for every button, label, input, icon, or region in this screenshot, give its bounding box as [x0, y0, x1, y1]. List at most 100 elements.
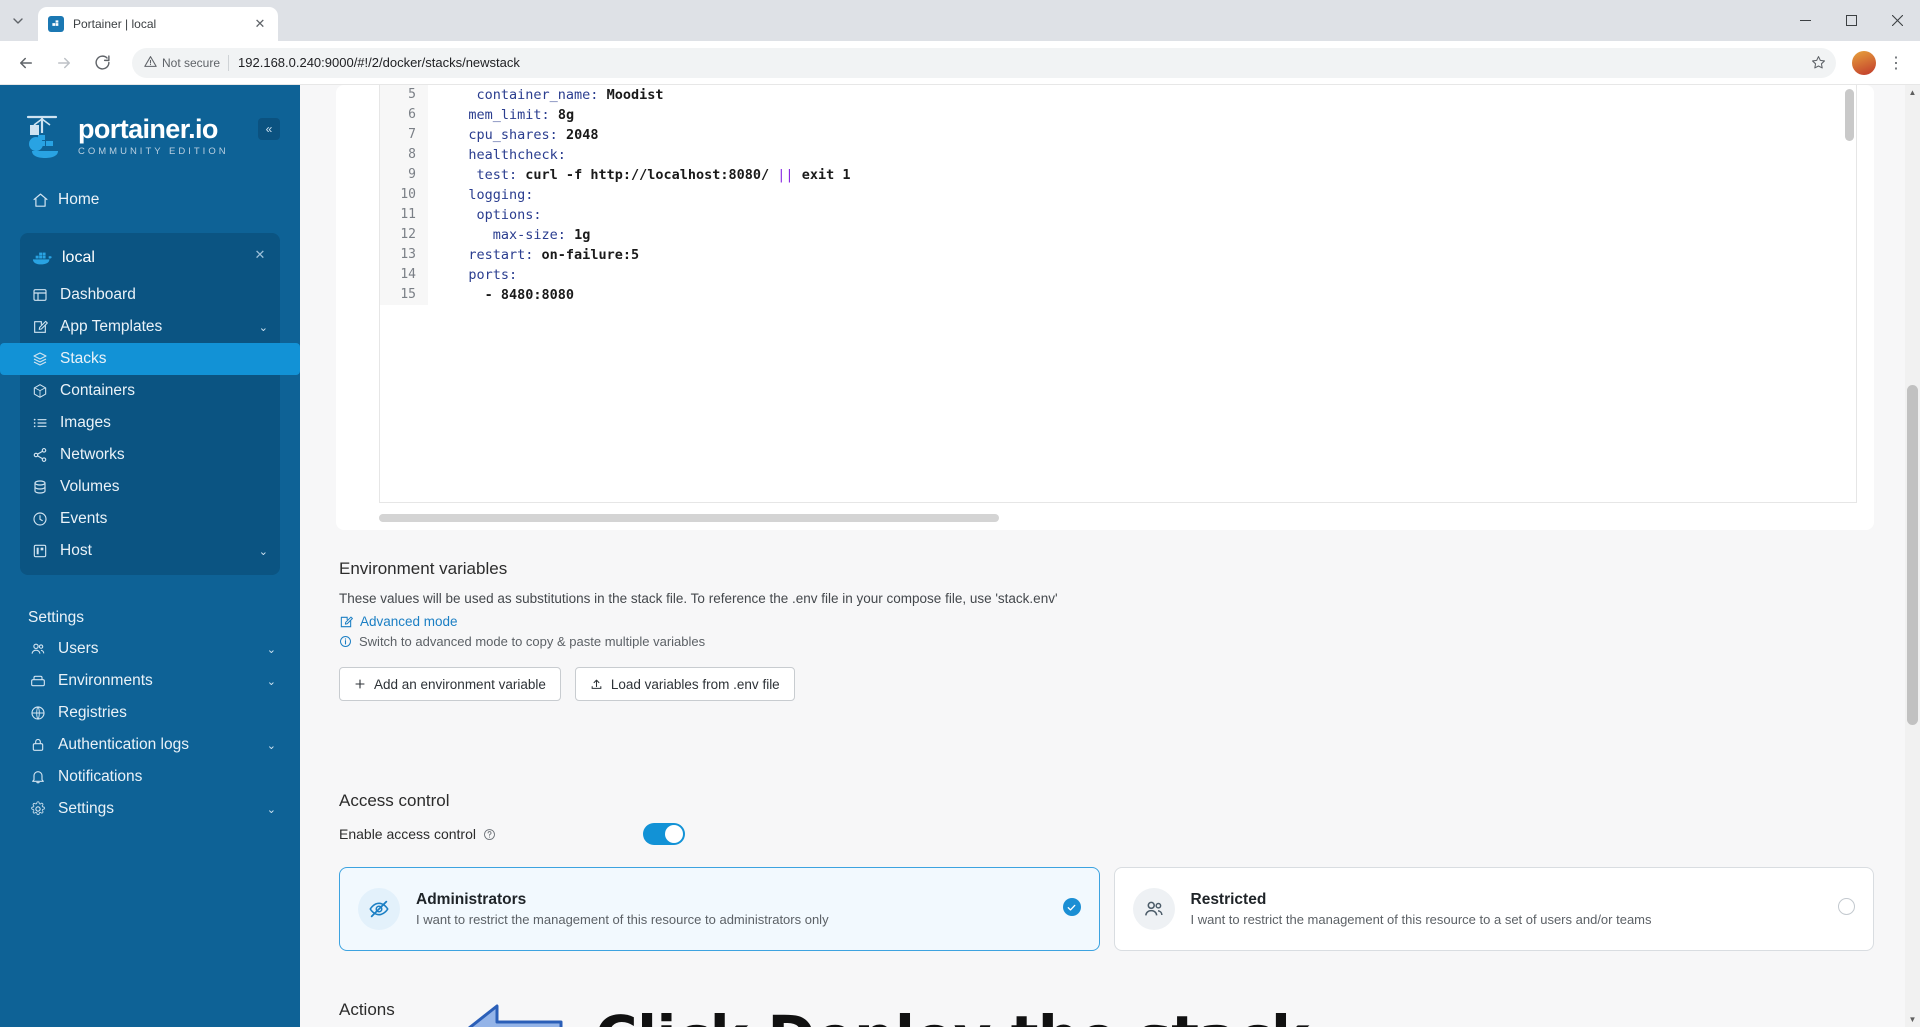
- scroll-up-arrow-icon[interactable]: ▲: [1905, 85, 1920, 100]
- access-option-restricted[interactable]: Restricted I want to restrict the manage…: [1113, 867, 1874, 951]
- warning-triangle-icon: [144, 55, 157, 70]
- sidebar-item-events[interactable]: Events: [20, 503, 280, 535]
- sidebar-item-containers[interactable]: Containers: [20, 375, 280, 407]
- environment-header[interactable]: local ✕: [20, 237, 280, 279]
- line-content: mem_limit: 8g: [444, 107, 575, 123]
- sidebar-item-images[interactable]: Images: [20, 407, 280, 439]
- bell-icon: [30, 769, 58, 785]
- minimize-icon[interactable]: [1782, 0, 1828, 41]
- browser-toolbar: Not secure 192.168.0.240:9000/#!/2/docke…: [0, 41, 1920, 85]
- plus-icon: [354, 678, 366, 690]
- chevron-down-icon[interactable]: ⌄: [267, 675, 276, 688]
- sidebar-item-settings[interactable]: Settings ⌄: [0, 793, 300, 825]
- maximize-icon[interactable]: [1828, 0, 1874, 41]
- bookmark-star-icon[interactable]: [1806, 51, 1830, 75]
- brand-title: portainer.io: [78, 113, 218, 144]
- line-number: 10: [380, 185, 428, 205]
- url-text[interactable]: 192.168.0.240:9000/#!/2/docker/stacks/ne…: [238, 55, 1806, 70]
- enable-access-control-label: Enable access control: [339, 826, 496, 842]
- browser-tab[interactable]: Portainer | local ✕: [38, 7, 278, 41]
- brand-text: portainer.io COMMUNITY EDITION: [78, 113, 229, 157]
- brand-logo[interactable]: portainer.io COMMUNITY EDITION «: [0, 85, 300, 161]
- line-number: 12: [380, 225, 428, 245]
- omnibox-divider: [228, 54, 230, 71]
- scrollbar-thumb[interactable]: [1907, 385, 1918, 725]
- line-content: test: curl -f http://localhost:8080/ || …: [444, 167, 851, 183]
- scroll-down-arrow-icon[interactable]: ▼: [1905, 1012, 1920, 1027]
- sidebar-item-registries[interactable]: Registries: [0, 697, 300, 729]
- sidebar-item-environments[interactable]: Environments ⌄: [0, 665, 300, 697]
- yaml-code-editor[interactable]: 5 container_name: Moodist 6 mem_limit: 8…: [379, 85, 1857, 503]
- line-content: ports:: [444, 267, 518, 283]
- button-label: Add an environment variable: [374, 676, 546, 692]
- auth-logs-icon: [30, 737, 58, 753]
- check-circle-icon[interactable]: [1062, 898, 1081, 916]
- load-variables-button[interactable]: Load variables from .env file: [574, 667, 795, 701]
- close-environment-icon[interactable]: ✕: [252, 247, 268, 263]
- line-number: 6: [380, 105, 428, 125]
- sidebar-item-label: App Templates: [60, 318, 163, 335]
- access-control-options: Administrators I want to restrict the ma…: [339, 867, 1874, 951]
- code-line: 12 max-size: 1g: [380, 225, 1856, 245]
- security-label: Not secure: [162, 55, 221, 70]
- chevron-down-icon[interactable]: ⌄: [259, 545, 268, 558]
- tab-close-icon[interactable]: ✕: [252, 16, 268, 32]
- tab-title: Portainer | local: [73, 17, 157, 31]
- chevron-down-icon[interactable]: ⌄: [267, 803, 276, 816]
- environments-icon: [30, 673, 58, 689]
- sidebar-item-stacks[interactable]: Stacks: [0, 343, 300, 375]
- enable-access-control-toggle[interactable]: [642, 823, 685, 845]
- sidebar-item-home[interactable]: Home: [0, 181, 300, 219]
- sidebar: portainer.io COMMUNITY EDITION « Home lo…: [0, 85, 300, 1027]
- chevron-down-icon[interactable]: ⌄: [267, 739, 276, 752]
- sidebar-item-label: Containers: [60, 382, 135, 399]
- line-number: 11: [380, 205, 428, 225]
- annotation-text: Click Deploy the stack: [595, 1003, 1310, 1027]
- collapse-sidebar-icon[interactable]: «: [258, 118, 280, 140]
- reload-icon[interactable]: [86, 47, 118, 79]
- code-line: 5 container_name: Moodist: [380, 85, 1856, 105]
- three-dot-menu-icon[interactable]: ⋮: [1882, 49, 1910, 77]
- sidebar-item-volumes[interactable]: Volumes: [20, 471, 280, 503]
- help-circle-icon[interactable]: [483, 828, 496, 841]
- line-number: 7: [380, 125, 428, 145]
- not-secure-indicator[interactable]: Not secure: [144, 55, 228, 70]
- toggle-label-text: Enable access control: [339, 826, 476, 842]
- line-content: cpu_shares: 2048: [444, 127, 599, 143]
- forward-arrow-icon[interactable]: [48, 47, 80, 79]
- access-option-administrators[interactable]: Administrators I want to restrict the ma…: [339, 867, 1100, 951]
- chevron-down-icon[interactable]: ⌄: [267, 643, 276, 656]
- networks-share-icon: [32, 447, 60, 463]
- page-vertical-scrollbar[interactable]: ▲ ▼: [1905, 85, 1920, 1027]
- sidebar-item-notifications[interactable]: Notifications: [0, 761, 300, 793]
- sidebar-item-authentication-logs[interactable]: Authentication logs ⌄: [0, 729, 300, 761]
- edit-square-icon: [339, 615, 353, 629]
- address-bar[interactable]: Not secure 192.168.0.240:9000/#!/2/docke…: [132, 47, 1836, 78]
- sidebar-item-users[interactable]: Users ⌄: [0, 633, 300, 665]
- window-controls: [1782, 0, 1920, 41]
- editor-vertical-scrollbar[interactable]: [1845, 89, 1854, 141]
- sidebar-top-nav: Home: [0, 161, 300, 219]
- browser-tabstrip-area: Portainer | local ✕: [0, 0, 1920, 41]
- sidebar-item-app-templates[interactable]: App Templates ⌄: [20, 311, 280, 343]
- add-environment-variable-button[interactable]: Add an environment variable: [339, 667, 561, 701]
- editor-horizontal-scrollbar[interactable]: [379, 514, 999, 522]
- main-content: 5 container_name: Moodist 6 mem_limit: 8…: [300, 85, 1920, 1027]
- sidebar-item-networks[interactable]: Networks: [20, 439, 280, 471]
- sidebar-item-host[interactable]: Host ⌄: [20, 535, 280, 567]
- toggle-knob: [664, 825, 683, 843]
- advanced-mode-link[interactable]: Advanced mode: [339, 614, 1874, 629]
- close-icon[interactable]: [1874, 0, 1920, 41]
- code-line: 15 - 8480:8080: [380, 285, 1856, 305]
- radio-empty-icon[interactable]: [1838, 898, 1855, 915]
- advanced-mode-label[interactable]: Advanced mode: [360, 614, 458, 629]
- chevron-down-icon[interactable]: ⌄: [259, 321, 268, 334]
- back-arrow-icon[interactable]: [10, 47, 42, 79]
- registries-icon: [30, 705, 58, 721]
- avatar[interactable]: [1852, 50, 1876, 75]
- tab-search-icon[interactable]: [4, 7, 32, 35]
- page-body: portainer.io COMMUNITY EDITION « Home lo…: [0, 85, 1920, 1027]
- browser-window: Portainer | local ✕ Not secure 192.168.0…: [0, 0, 1920, 1027]
- sidebar-item-label: Dashboard: [60, 286, 136, 303]
- sidebar-item-dashboard[interactable]: Dashboard: [20, 279, 280, 311]
